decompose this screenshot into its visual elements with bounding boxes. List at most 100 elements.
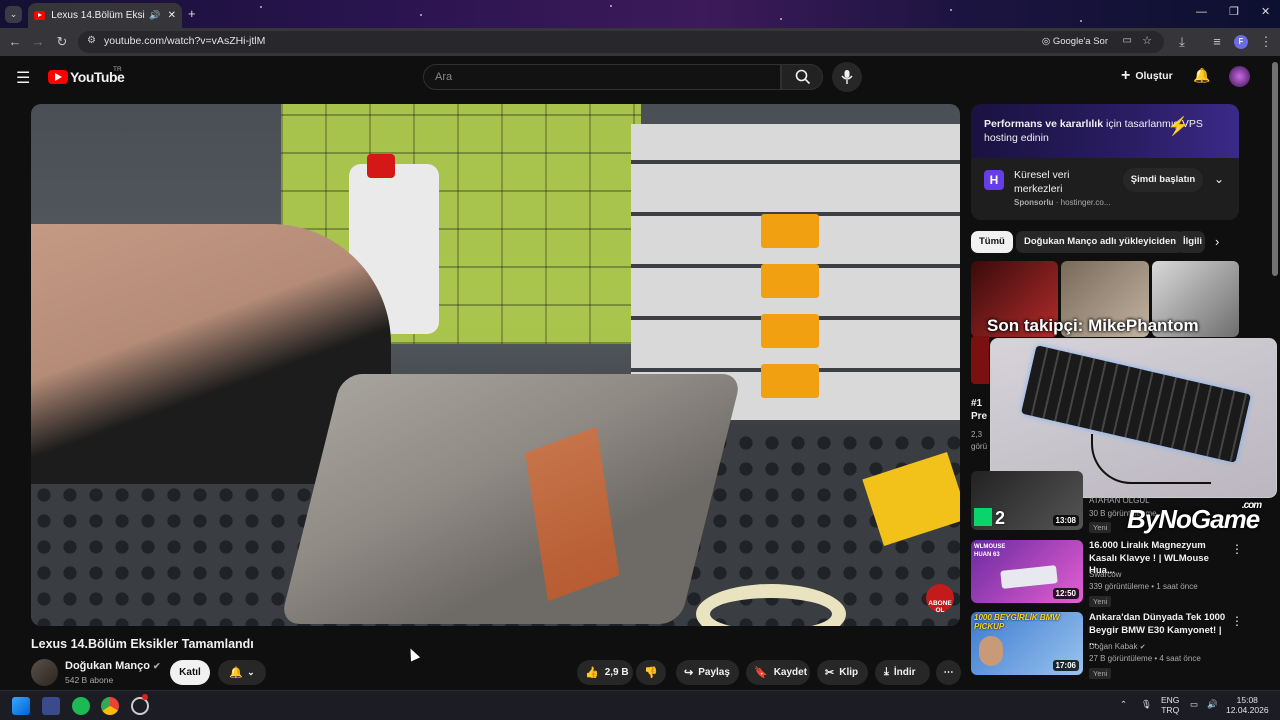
related-thumbnail[interactable]: 2 13:08 [971,471,1083,530]
ad-cta-button[interactable]: Şimdi başlatın [1123,168,1203,192]
chips-next-chevron-icon[interactable]: › [1215,234,1219,249]
volume-icon[interactable]: 🔊 [1207,699,1218,709]
browser-toolbar: ← → ↻ ⚙ youtube.com/watch?v=vAsZHi-jtlM … [0,28,1280,56]
related-thumbnail[interactable]: WLMOUSE HUAN 63 12:50 [971,540,1083,603]
more-actions-button[interactable]: ⋯ [936,660,961,685]
related-title-partial[interactable]: #1 Pre [971,397,987,423]
bookmark-star-icon[interactable]: ☆ [1142,34,1152,47]
chevron-down-icon: ⌄ [247,667,255,677]
reload-icon[interactable]: ↻ [54,34,70,50]
like-button[interactable]: 👍 2,9 B [577,660,633,685]
related-meta: 339 görüntüleme • 1 saat önce [1089,582,1198,591]
chip-all[interactable]: Tümü [971,231,1013,253]
site-info-icon[interactable]: ⚙ [87,35,96,46]
plus-icon: + [1121,67,1131,84]
account-avatar[interactable] [1229,66,1250,87]
speaker-icon[interactable]: 🔊 [149,10,160,21]
url-text: youtube.com/watch?v=vAsZHi-jtlM [104,35,266,47]
new-badge: Yeni [1089,522,1112,533]
save-button[interactable]: 🔖 Kaydet [746,660,810,685]
join-button[interactable]: Katıl [170,660,210,685]
mouse-cursor-icon [405,646,421,662]
browser-tab-active[interactable]: Lexus 14.Bölüm Eksikler Ta 🔊 ✕ [28,3,182,28]
address-bar[interactable]: ⚙ youtube.com/watch?v=vAsZHi-jtlM ◎ Goog… [78,31,1164,53]
microphone-tray-icon[interactable]: 🎙 [1141,699,1152,709]
restore-icon[interactable]: ❐ [1229,5,1239,18]
bynogame-watermark: ByNoGame .com [1127,500,1262,534]
chip-related[interactable]: İlgili [1177,231,1205,253]
more-vertical-icon[interactable]: ⋮ [1231,542,1243,556]
bell-icon: 🔔 [229,667,244,679]
related-thumbnail[interactable]: 1000 BEYGİRLİK BMW PICKUP 17:06 [971,612,1083,675]
thumbs-up-icon: 👍 [585,667,599,679]
back-icon[interactable]: ← [7,34,23,50]
search-button[interactable] [781,64,823,90]
verified-icon: ✔ [153,661,161,671]
scissors-icon: ✂ [825,667,835,679]
download-button[interactable]: ⤓ İndir [875,660,930,685]
new-badge: Yeni [1089,596,1112,607]
subscribe-watermark[interactable]: ABONE OL [926,584,954,614]
notifications-bell-icon[interactable]: 🔔 [1193,67,1210,84]
desktop-app-icon[interactable] [42,697,60,715]
tray-chevron-icon[interactable]: ⌃ [1120,699,1127,709]
download-icon[interactable]: ⤓ [1174,34,1190,50]
related-video-3[interactable]: WLMOUSE HUAN 63 12:50 16.000 Liralık Mag… [971,540,1243,607]
related-meta-partial: 2,3 görü [971,430,988,451]
ad-name: Küresel veri merkezleri [1014,169,1070,195]
filter-chips: Tümü Doğukan Manço adlı yükleyiciden İlg… [971,231,1239,253]
clip-button[interactable]: ✂ Klip [817,660,868,685]
related-channel: Doğan Kabak ✔ [1089,642,1146,651]
related-meta: 27 B görüntüleme • 4 saat önce [1089,654,1201,663]
network-icon[interactable]: ▭ [1190,699,1198,709]
channel-avatar[interactable] [31,659,58,686]
search-input[interactable]: Ara [423,64,781,90]
search-icon [795,69,811,85]
tab-search-dropdown-icon[interactable]: ⌄ [5,6,22,23]
new-tab-icon[interactable]: + [188,6,196,21]
browser-menu-icon[interactable]: ⋮ [1258,34,1274,50]
ad-banner[interactable]: Performans ve kararlılık için tasarlanmı… [971,104,1239,158]
tab-title: Lexus 14.Bölüm Eksikler Ta [51,10,145,21]
share-button[interactable]: ↪ Paylaş [676,660,739,685]
profile-avatar[interactable]: F [1234,35,1248,49]
last-follower-overlay: Son takipçi: MikePhantom [987,316,1199,335]
ad-sponsored: Sponsorlu · hostinger.co... [1014,198,1111,207]
search-placeholder: Ara [435,71,453,83]
media-controls-icon[interactable]: ≡ [1209,34,1225,50]
lightning-icon: ⚡ [1167,116,1190,136]
google-sor-button[interactable]: ◎ Google'a Sor [1036,34,1114,50]
chrome-icon[interactable] [101,697,119,715]
clock[interactable]: 15:08 12.04.2026 [1226,695,1269,715]
new-badge: Yeni [1089,668,1112,679]
related-video-4[interactable]: 1000 BEYGİRLİK BMW PICKUP 17:06 Ankara'd… [971,612,1243,679]
thumbnail-text: 2 [995,508,1006,528]
more-vertical-icon[interactable]: ⋮ [1231,614,1243,628]
close-window-icon[interactable]: ✕ [1261,5,1270,18]
spotify-icon[interactable] [72,697,90,715]
youtube-logo-icon[interactable] [48,70,68,84]
youtube-favicon-icon [34,11,46,20]
ad-card[interactable]: Performans ve kararlılık için tasarlanmı… [971,104,1239,220]
close-tab-icon[interactable]: ✕ [168,10,176,21]
video-duration: 12:50 [1052,588,1079,599]
subscription-bell-button[interactable]: 🔔 ⌄ [218,660,266,685]
verified-icon: ✔ [1139,644,1146,651]
ad-expand-chevron-icon[interactable]: ⌄ [1214,172,1224,186]
channel-name[interactable]: Doğukan Manço ✔ [65,660,161,672]
forward-icon[interactable]: → [30,34,46,50]
voice-search-button[interactable] [832,62,862,92]
page-scrollbar[interactable] [1272,62,1278,276]
youtube-header: ☰ YouTube TR Ara + Oluştur 🔔 [0,56,1280,98]
windows-taskbar: ⌃ 🎙 ENG TRQ ▭ 🔊 15:08 12.04.2026 [0,690,1280,720]
minimize-icon[interactable]: — [1196,6,1207,18]
dislike-button[interactable]: 👎 [636,660,666,685]
hamburger-menu-icon[interactable]: ☰ [16,68,30,88]
video-player[interactable]: ABONE OL [31,104,960,626]
windows-start-icon[interactable] [12,697,30,715]
language-indicator[interactable]: ENG TRQ [1161,695,1179,715]
chip-uploader[interactable]: Doğukan Manço adlı yükleyiciden [1016,231,1185,253]
video-duration: 17:06 [1052,660,1079,671]
cast-icon[interactable]: ▭ [1123,35,1132,46]
create-button[interactable]: + Oluştur [1121,67,1173,84]
